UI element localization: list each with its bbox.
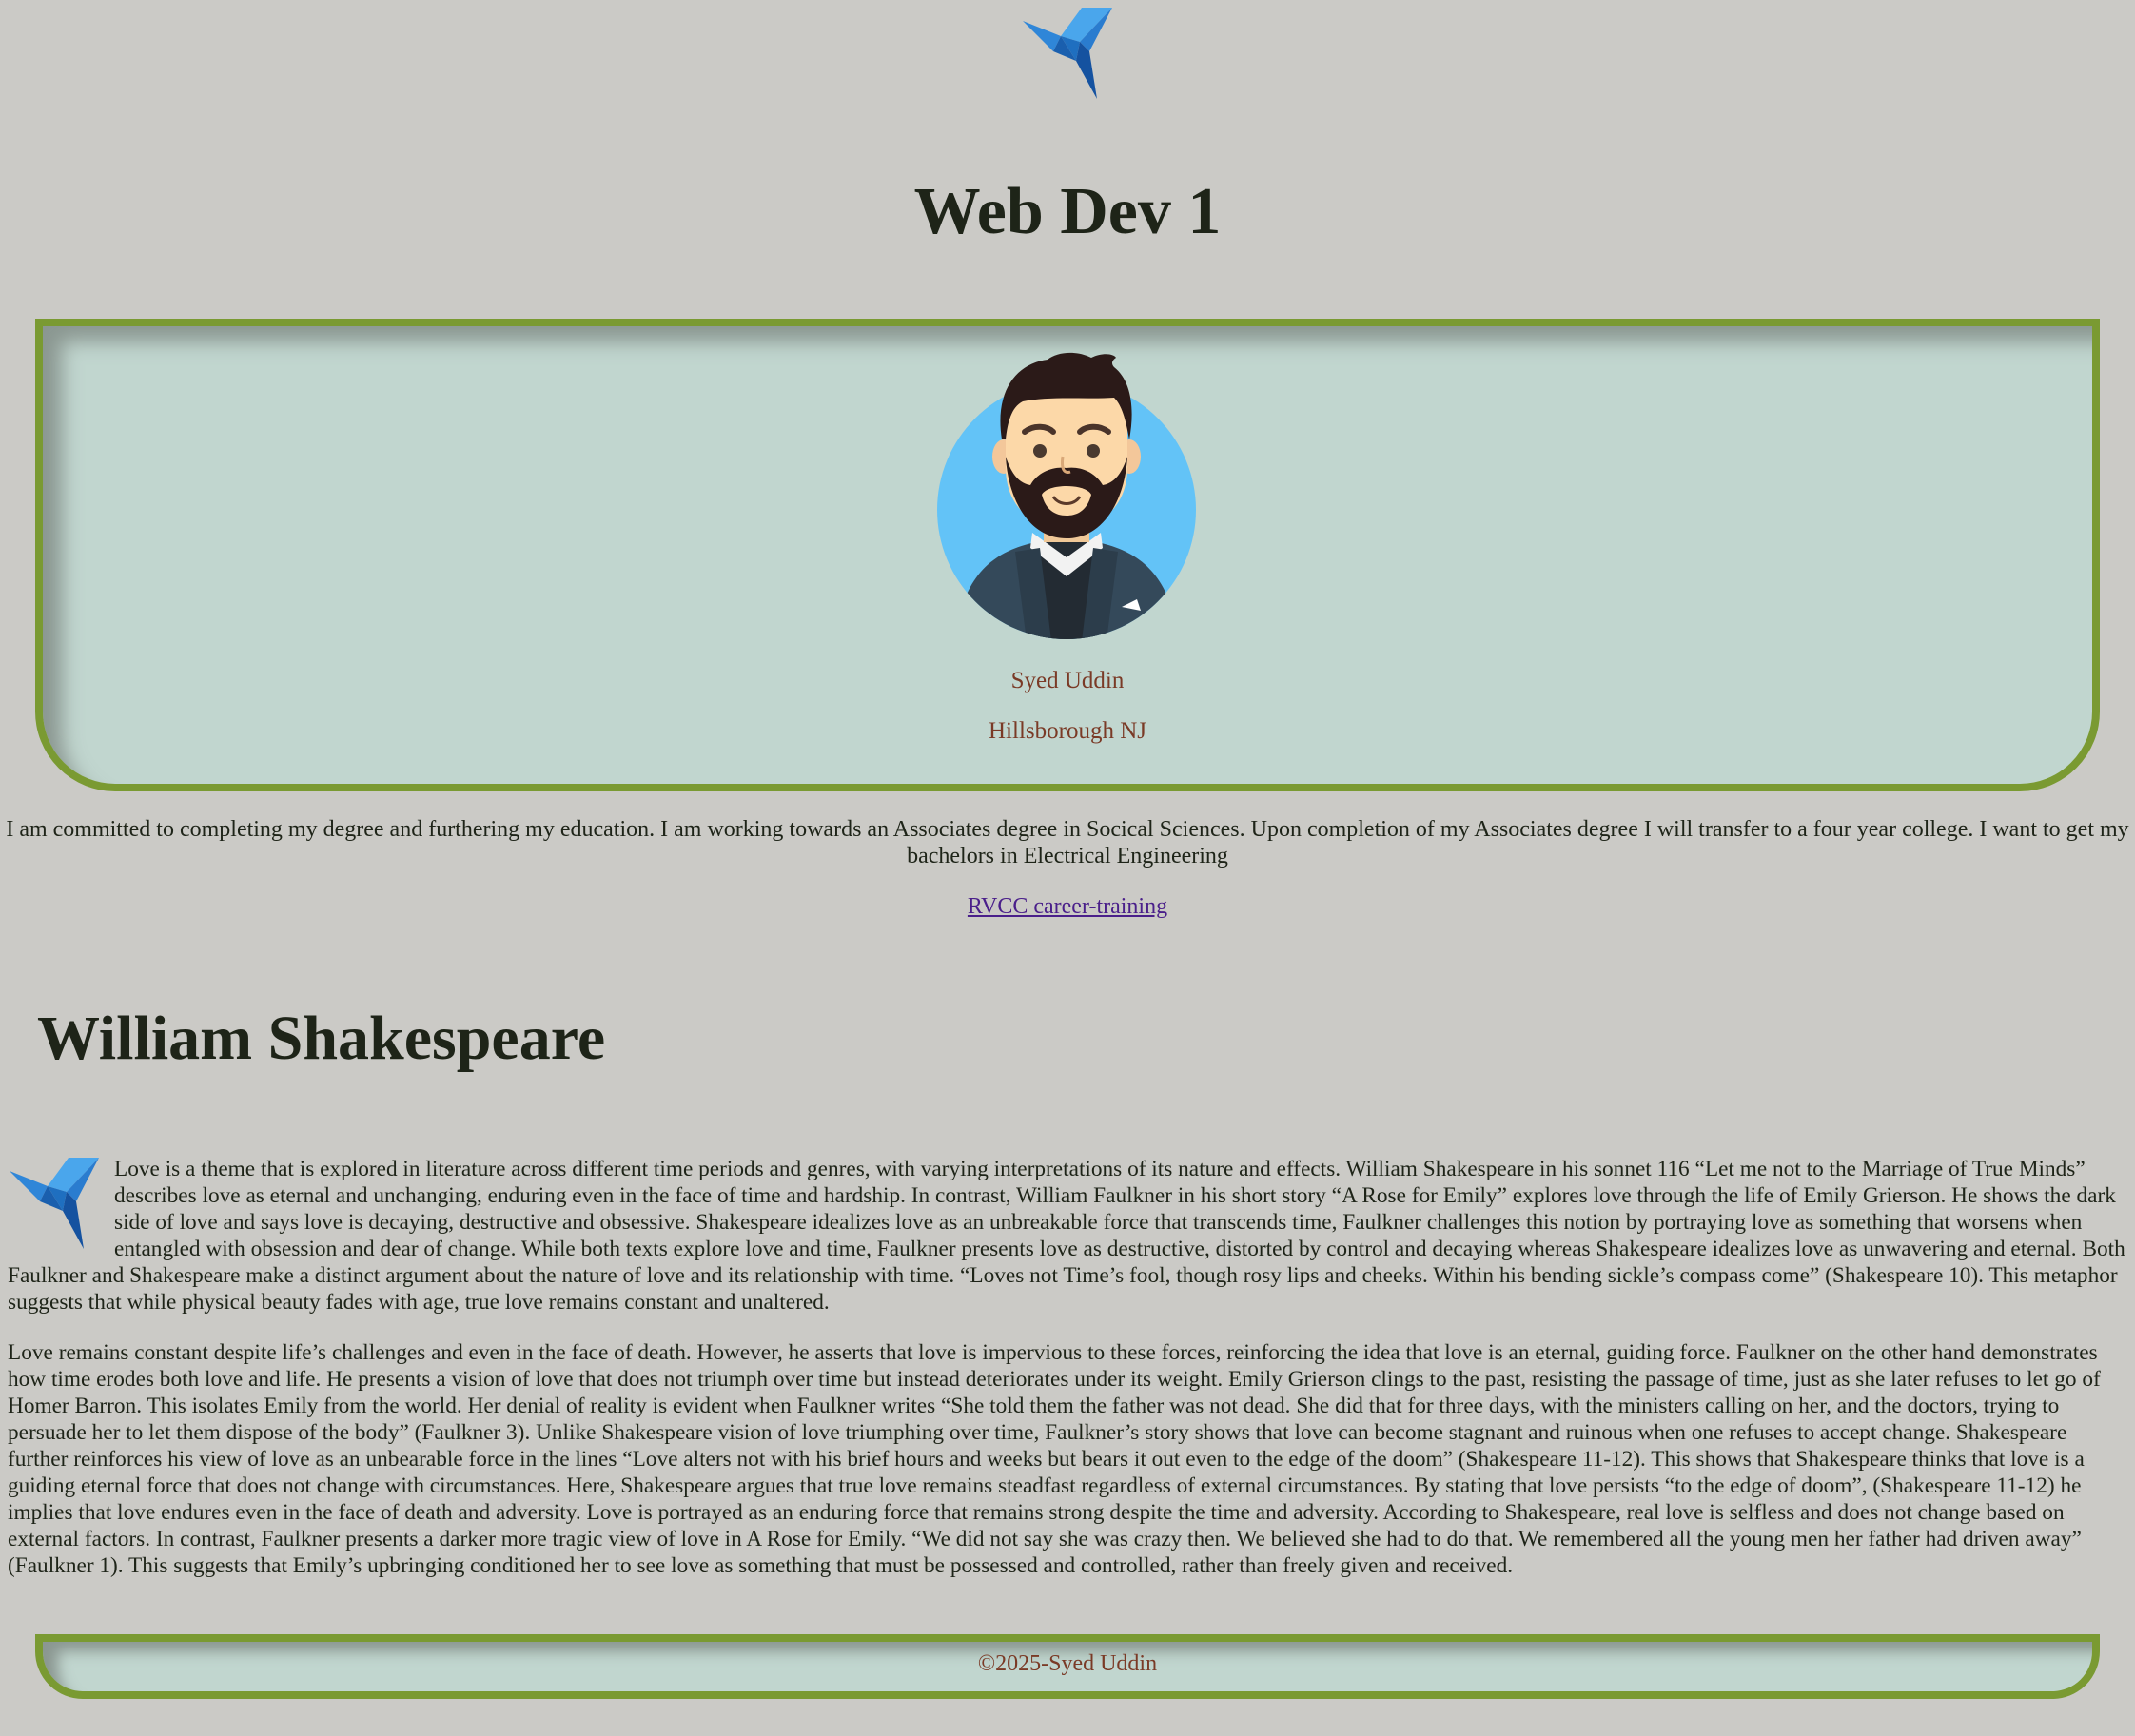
essay-title: William Shakespeare [37, 1004, 606, 1073]
rvcc-career-training-link[interactable]: RVCC career-training [968, 894, 1167, 919]
profile-location: Hillsborough NJ [989, 718, 1146, 744]
essay-body: Love is a theme that is explored in lite… [8, 1156, 2127, 1603]
origami-bird-logo-icon [1023, 8, 1112, 99]
intro-text: I am committed to completing my degree a… [6, 817, 2129, 868]
profile-name: Syed Uddin [1010, 668, 1125, 693]
origami-bird-icon [10, 1158, 99, 1249]
essay-paragraph: Love remains constant despite life’s cha… [8, 1340, 2101, 1578]
avatar [935, 352, 1198, 641]
essay-paragraph: Love is a theme that is explored in lite… [8, 1157, 2125, 1315]
page-title: Web Dev 1 [913, 175, 1222, 248]
career-link-container: RVCC career-training [0, 894, 2135, 920]
footer-copyright: ©2025-Syed Uddin [977, 1651, 1158, 1676]
